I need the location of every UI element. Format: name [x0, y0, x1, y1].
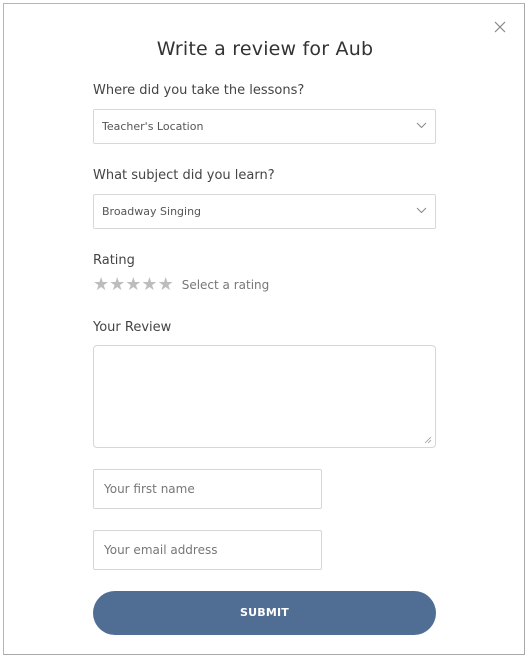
star-icon[interactable]: ★ — [141, 276, 157, 294]
modal-title: Write a review for Aub — [156, 38, 374, 60]
review-textarea[interactable] — [93, 345, 436, 448]
first-name-placeholder: Your first name — [104, 482, 195, 496]
subject-label: What subject did you learn? — [93, 168, 275, 183]
location-select[interactable]: Teacher's Location — [93, 109, 436, 144]
first-name-input[interactable]: Your first name — [93, 469, 322, 509]
close-button[interactable] — [493, 20, 507, 34]
star-icon[interactable]: ★ — [93, 276, 109, 294]
submit-button[interactable]: SUBMIT — [93, 591, 436, 635]
email-placeholder: Your email address — [104, 543, 218, 557]
star-rating[interactable]: ★ ★ ★ ★ ★ Select a rating — [93, 276, 269, 294]
star-icon[interactable]: ★ — [125, 276, 141, 294]
subject-select[interactable]: Broadway Singing — [93, 194, 436, 229]
resize-handle-icon[interactable] — [424, 436, 432, 444]
review-label: Your Review — [93, 320, 172, 335]
rating-label: Rating — [93, 253, 135, 268]
close-icon — [494, 21, 506, 33]
email-input[interactable]: Your email address — [93, 530, 322, 570]
location-label: Where did you take the lessons? — [93, 83, 305, 98]
subject-selected-value: Broadway Singing — [102, 205, 202, 218]
star-icon[interactable]: ★ — [109, 276, 125, 294]
star-icon[interactable]: ★ — [158, 276, 174, 294]
rating-hint: Select a rating — [181, 278, 270, 292]
location-selected-value: Teacher's Location — [102, 120, 204, 133]
chevron-down-icon — [416, 122, 427, 129]
chevron-down-icon — [416, 207, 427, 214]
